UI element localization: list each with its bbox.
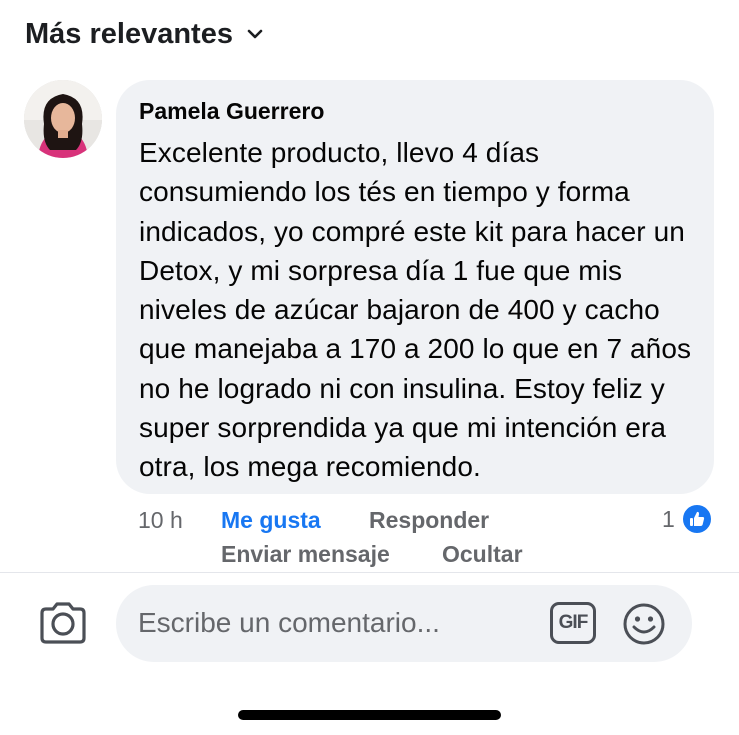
comment-text: Excelente producto, llevo 4 días consumi… [139,137,692,483]
like-button[interactable]: Me gusta [221,507,369,534]
camera-icon[interactable] [38,601,88,645]
comment-author[interactable]: Pamela Guerrero [139,96,694,126]
chevron-down-icon [247,29,263,39]
smiley-icon[interactable] [622,602,666,646]
sort-label: Más relevantes [25,17,233,50]
comment-composer[interactable]: GIF [116,585,692,662]
comment-timestamp[interactable]: 10 h [138,507,221,534]
comment-actions-secondary: Enviar mensaje Ocultar [221,539,523,569]
hide-button[interactable]: Ocultar [442,541,523,568]
avatar[interactable] [24,80,102,158]
reaction-count: 1 [662,505,675,532]
home-indicator[interactable] [238,710,501,720]
reaction-summary[interactable]: 1 [662,503,713,535]
avatar-image [24,80,102,158]
send-message-button[interactable]: Enviar mensaje [221,541,442,568]
thumbs-up-icon [680,503,713,535]
sort-dropdown[interactable]: Más relevantes [25,14,263,54]
comment-input[interactable] [138,603,538,643]
gif-button[interactable]: GIF [550,602,596,644]
reply-button[interactable]: Responder [369,507,489,534]
comment-actions: 10 h Me gusta Responder [138,505,489,535]
comment-bubble[interactable]: Pamela Guerrero Excelente producto, llev… [116,80,714,494]
divider [0,572,739,573]
